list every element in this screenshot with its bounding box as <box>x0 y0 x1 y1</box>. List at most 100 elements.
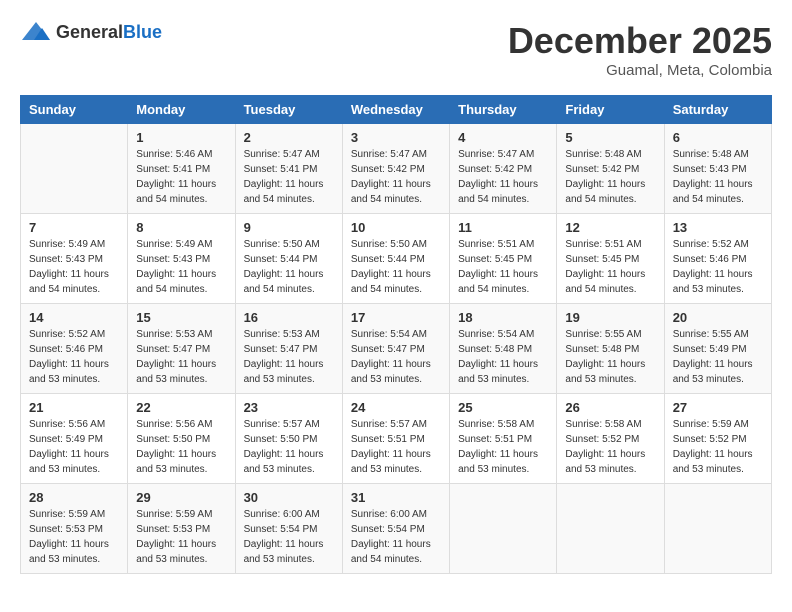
day-info: Sunrise: 5:59 AM Sunset: 5:53 PM Dayligh… <box>29 507 119 567</box>
logo-blue: Blue <box>123 22 162 42</box>
title-area: December 2025 Guamal, Meta, Colombia <box>508 20 772 79</box>
month-title: December 2025 <box>508 20 772 62</box>
day-info: Sunrise: 5:48 AM Sunset: 5:43 PM Dayligh… <box>673 147 763 207</box>
col-header-friday: Friday <box>557 96 664 124</box>
day-info: Sunrise: 5:54 AM Sunset: 5:47 PM Dayligh… <box>351 327 441 387</box>
day-number: 8 <box>136 220 226 235</box>
calendar-cell: 1 Sunrise: 5:46 AM Sunset: 5:41 PM Daylig… <box>128 124 235 214</box>
day-info: Sunrise: 5:48 AM Sunset: 5:42 PM Dayligh… <box>565 147 655 207</box>
calendar-cell: 26 Sunrise: 5:58 AM Sunset: 5:52 PM Dayli… <box>557 394 664 484</box>
logo-general: General <box>56 22 123 42</box>
day-info: Sunrise: 5:49 AM Sunset: 5:43 PM Dayligh… <box>136 237 226 297</box>
calendar-cell: 15 Sunrise: 5:53 AM Sunset: 5:47 PM Dayli… <box>128 304 235 394</box>
col-header-saturday: Saturday <box>664 96 771 124</box>
day-info: Sunrise: 5:47 AM Sunset: 5:42 PM Dayligh… <box>351 147 441 207</box>
col-header-wednesday: Wednesday <box>342 96 449 124</box>
calendar-cell: 4Sunrise: 5:47 AM Sunset: 5:42 PM Daylig… <box>450 124 557 214</box>
calendar-cell: 25 Sunrise: 5:58 AM Sunset: 5:51 PM Dayli… <box>450 394 557 484</box>
day-number: 15 <box>136 310 226 325</box>
calendar-cell: 13Sunrise: 5:52 AM Sunset: 5:46 PM Dayli… <box>664 214 771 304</box>
day-number: 5 <box>565 130 655 145</box>
calendar-cell: 24Sunrise: 5:57 AM Sunset: 5:51 PM Dayli… <box>342 394 449 484</box>
logo: GeneralBlue <box>20 20 162 44</box>
day-number: 29 <box>136 490 226 505</box>
calendar-cell: 27Sunrise: 5:59 AM Sunset: 5:52 PM Dayli… <box>664 394 771 484</box>
calendar-table: SundayMondayTuesdayWednesdayThursdayFrid… <box>20 95 772 574</box>
day-info: Sunrise: 5:50 AM Sunset: 5:44 PM Dayligh… <box>351 237 441 297</box>
day-number: 23 <box>244 400 334 415</box>
calendar-cell: 21Sunrise: 5:56 AM Sunset: 5:49 PM Dayli… <box>21 394 128 484</box>
calendar-cell: 30Sunrise: 6:00 AM Sunset: 5:54 PM Dayli… <box>235 484 342 574</box>
day-number: 3 <box>351 130 441 145</box>
calendar-cell <box>21 124 128 214</box>
day-info: Sunrise: 5:50 AM Sunset: 5:44 PM Dayligh… <box>244 237 334 297</box>
day-info: Sunrise: 5:49 AM Sunset: 5:43 PM Dayligh… <box>29 237 119 297</box>
calendar-cell: 16 Sunrise: 5:53 AM Sunset: 5:47 PM Dayli… <box>235 304 342 394</box>
calendar-cell: 11Sunrise: 5:51 AM Sunset: 5:45 PM Dayli… <box>450 214 557 304</box>
day-info: Sunrise: 5:53 AM Sunset: 5:47 PM Dayligh… <box>244 327 334 387</box>
day-info: Sunrise: 5:47 AM Sunset: 5:41 PM Dayligh… <box>244 147 334 207</box>
day-info: Sunrise: 5:52 AM Sunset: 5:46 PM Dayligh… <box>29 327 119 387</box>
day-number: 9 <box>244 220 334 235</box>
col-header-sunday: Sunday <box>21 96 128 124</box>
day-number: 12 <box>565 220 655 235</box>
calendar-cell: 19 Sunrise: 5:55 AM Sunset: 5:48 PM Dayli… <box>557 304 664 394</box>
day-number: 25 <box>458 400 548 415</box>
day-number: 14 <box>29 310 119 325</box>
calendar-cell: 5 Sunrise: 5:48 AM Sunset: 5:42 PM Daylig… <box>557 124 664 214</box>
calendar-cell: 23 Sunrise: 5:57 AM Sunset: 5:50 PM Dayli… <box>235 394 342 484</box>
day-info: Sunrise: 5:47 AM Sunset: 5:42 PM Dayligh… <box>458 147 548 207</box>
day-number: 2 <box>244 130 334 145</box>
day-info: Sunrise: 5:54 AM Sunset: 5:48 PM Dayligh… <box>458 327 548 387</box>
day-info: Sunrise: 6:00 AM Sunset: 5:54 PM Dayligh… <box>351 507 441 567</box>
calendar-cell: 9 Sunrise: 5:50 AM Sunset: 5:44 PM Daylig… <box>235 214 342 304</box>
calendar-cell <box>557 484 664 574</box>
day-number: 16 <box>244 310 334 325</box>
day-number: 31 <box>351 490 441 505</box>
day-info: Sunrise: 5:53 AM Sunset: 5:47 PM Dayligh… <box>136 327 226 387</box>
day-number: 30 <box>244 490 334 505</box>
calendar-cell: 18 Sunrise: 5:54 AM Sunset: 5:48 PM Dayli… <box>450 304 557 394</box>
day-info: Sunrise: 5:58 AM Sunset: 5:51 PM Dayligh… <box>458 417 548 477</box>
calendar-week-row: 7 Sunrise: 5:49 AM Sunset: 5:43 PM Daylig… <box>21 214 772 304</box>
day-info: Sunrise: 5:51 AM Sunset: 5:45 PM Dayligh… <box>565 237 655 297</box>
calendar-cell: 7 Sunrise: 5:49 AM Sunset: 5:43 PM Daylig… <box>21 214 128 304</box>
calendar-cell <box>450 484 557 574</box>
day-number: 1 <box>136 130 226 145</box>
day-info: Sunrise: 5:58 AM Sunset: 5:52 PM Dayligh… <box>565 417 655 477</box>
col-header-tuesday: Tuesday <box>235 96 342 124</box>
day-info: Sunrise: 5:52 AM Sunset: 5:46 PM Dayligh… <box>673 237 763 297</box>
calendar-cell: 2 Sunrise: 5:47 AM Sunset: 5:41 PM Daylig… <box>235 124 342 214</box>
day-number: 11 <box>458 220 548 235</box>
location: Guamal, Meta, Colombia <box>508 62 772 79</box>
day-number: 17 <box>351 310 441 325</box>
calendar-week-row: 14 Sunrise: 5:52 AM Sunset: 5:46 PM Dayli… <box>21 304 772 394</box>
page-header: GeneralBlue December 2025 Guamal, Meta, … <box>20 20 772 79</box>
calendar-header-row: SundayMondayTuesdayWednesdayThursdayFrid… <box>21 96 772 124</box>
calendar-week-row: 21Sunrise: 5:56 AM Sunset: 5:49 PM Dayli… <box>21 394 772 484</box>
col-header-thursday: Thursday <box>450 96 557 124</box>
day-number: 27 <box>673 400 763 415</box>
day-info: Sunrise: 5:55 AM Sunset: 5:48 PM Dayligh… <box>565 327 655 387</box>
day-number: 18 <box>458 310 548 325</box>
day-info: Sunrise: 5:46 AM Sunset: 5:41 PM Dayligh… <box>136 147 226 207</box>
day-number: 19 <box>565 310 655 325</box>
day-info: Sunrise: 5:57 AM Sunset: 5:50 PM Dayligh… <box>244 417 334 477</box>
calendar-cell: 22Sunrise: 5:56 AM Sunset: 5:50 PM Dayli… <box>128 394 235 484</box>
calendar-cell: 29 Sunrise: 5:59 AM Sunset: 5:53 PM Dayli… <box>128 484 235 574</box>
day-info: Sunrise: 5:56 AM Sunset: 5:49 PM Dayligh… <box>29 417 119 477</box>
day-number: 26 <box>565 400 655 415</box>
day-info: Sunrise: 5:55 AM Sunset: 5:49 PM Dayligh… <box>673 327 763 387</box>
calendar-cell: 6 Sunrise: 5:48 AM Sunset: 5:43 PM Daylig… <box>664 124 771 214</box>
logo-icon <box>20 20 52 44</box>
day-number: 28 <box>29 490 119 505</box>
calendar-cell: 20Sunrise: 5:55 AM Sunset: 5:49 PM Dayli… <box>664 304 771 394</box>
day-number: 6 <box>673 130 763 145</box>
calendar-cell: 10 Sunrise: 5:50 AM Sunset: 5:44 PM Dayli… <box>342 214 449 304</box>
day-info: Sunrise: 5:59 AM Sunset: 5:53 PM Dayligh… <box>136 507 226 567</box>
day-number: 22 <box>136 400 226 415</box>
day-number: 7 <box>29 220 119 235</box>
day-info: Sunrise: 5:57 AM Sunset: 5:51 PM Dayligh… <box>351 417 441 477</box>
calendar-cell: 14 Sunrise: 5:52 AM Sunset: 5:46 PM Dayli… <box>21 304 128 394</box>
day-number: 10 <box>351 220 441 235</box>
